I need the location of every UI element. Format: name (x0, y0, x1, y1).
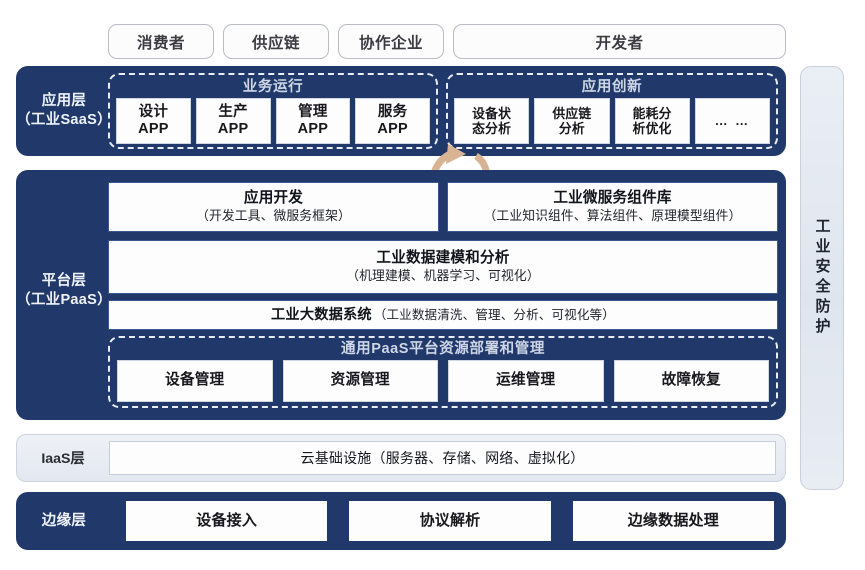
edge-card-protocol-parsing[interactable]: 协议解析 (349, 501, 551, 541)
app-card-energy-analysis-optimization-line2: 析优化 (632, 121, 672, 136)
application-innovation-cells: 设备状 态分析 供应链 分析 能耗分 析优化 … … (454, 98, 770, 144)
platform-row-development: 应用开发 （开发工具、微服务框架） 工业微服务组件库 （工业知识组件、算法组件、… (108, 182, 778, 232)
stakeholder-consumer-label: 消费者 (136, 34, 185, 52)
app-card-more[interactable]: … … (694, 98, 770, 144)
platform-layer-label-line1: 平台层 (41, 273, 87, 289)
app-card-design-line1: 设计 (138, 103, 169, 120)
microservice-library-box[interactable]: 工业微服务组件库 （工业知识组件、算法组件、原理模型组件） (447, 182, 778, 232)
stakeholder-row: 消费者 供应链 协作企业 开发者 (108, 24, 786, 59)
application-layer-label-line2: （工业SaaS） (16, 112, 112, 129)
application-layer-label-line1: 应用层 (41, 93, 87, 109)
cloud-infrastructure-box[interactable]: 云基础设施（服务器、存储、网络、虚拟化） (109, 441, 776, 475)
business-operation-group: 业务运行 设计 APP 生产 APP 管理 APP 服务 APP (108, 73, 438, 149)
edge-layer-cells: 设备接入 协议解析 边缘数据处理 (126, 501, 774, 541)
paas-card-resource-management[interactable]: 资源管理 (282, 360, 438, 402)
app-card-energy-analysis-optimization[interactable]: 能耗分 析优化 (614, 98, 690, 144)
data-modeling-subtitle: （机理建模、机器学习、可视化） (346, 268, 540, 284)
app-card-management[interactable]: 管理 APP (275, 98, 351, 144)
stakeholder-supply-chain-label: 供应链 (251, 34, 300, 52)
industrial-security-bar: 工业安全防护 (800, 66, 844, 490)
paas-card-fault-recovery[interactable]: 故障恢复 (613, 360, 769, 402)
iaas-layer-panel: IaaS层 云基础设施（服务器、存储、网络、虚拟化） (16, 434, 786, 482)
app-card-production-line2: APP (217, 121, 249, 137)
app-card-management-line1: 管理 (298, 103, 328, 120)
app-card-production-line1: 生产 (218, 103, 248, 120)
stakeholder-consumer[interactable]: 消费者 (108, 24, 214, 59)
edge-card-edge-data-processing[interactable]: 边缘数据处理 (572, 501, 774, 541)
iaas-layer-label: IaaS层 (41, 451, 85, 467)
edge-layer-panel: 边缘层 设备接入 协议解析 边缘数据处理 (16, 492, 786, 550)
business-operation-title: 业务运行 (242, 79, 304, 95)
app-card-service[interactable]: 服务 APP (355, 98, 430, 144)
app-development-subtitle: （开发工具、微服务框架） (196, 208, 351, 224)
application-layer-label: 应用层 （工业SaaS） (16, 92, 112, 131)
bigdata-system-subtitle: （工业数据清洗、管理、分析、可视化等） (373, 307, 615, 322)
app-card-equipment-status-analysis-line2: 态分析 (472, 121, 512, 136)
platform-row-modeling: 工业数据建模和分析 （机理建模、机器学习、可视化） (108, 240, 778, 294)
microservice-library-title: 工业微服务组件库 (553, 190, 672, 207)
platform-layer-label-line2: （工业PaaS） (16, 292, 112, 309)
data-modeling-box[interactable]: 工业数据建模和分析 （机理建模、机器学习、可视化） (108, 240, 778, 294)
app-development-box[interactable]: 应用开发 （开发工具、微服务框架） (108, 182, 439, 232)
platform-layer-label: 平台层 （工业PaaS） (16, 272, 112, 311)
application-innovation-group: 应用创新 设备状 态分析 供应链 分析 能耗分 析优化 … … (446, 73, 778, 149)
application-layer-panel: 应用层 （工业SaaS） 业务运行 设计 APP 生产 APP 管理 APP 服… (16, 66, 786, 212)
stakeholder-partner-enterprise-label: 协作企业 (358, 34, 423, 52)
stakeholder-partner-enterprise[interactable]: 协作企业 (338, 24, 444, 59)
diagram-canvas: 消费者 供应链 协作企业 开发者 应用层 （工业SaaS） 业务运行 设计 AP… (0, 0, 865, 570)
app-card-design[interactable]: 设计 APP (116, 98, 191, 144)
ellipsis-icon: … … (714, 113, 751, 129)
paas-card-ops-management[interactable]: 运维管理 (448, 360, 604, 402)
platform-row-bigdata: 工业大数据系统 （工业数据清洗、管理、分析、可视化等） (108, 300, 778, 330)
app-card-production[interactable]: 生产 APP (195, 98, 271, 144)
edge-card-device-access[interactable]: 设备接入 (126, 501, 328, 541)
bigdata-system-title: 工业大数据系统 (271, 306, 372, 323)
app-card-equipment-status-analysis-line1: 设备状 (472, 105, 512, 121)
app-development-title: 应用开发 (243, 190, 304, 207)
application-innovation-title: 应用创新 (581, 79, 643, 95)
stakeholder-developer[interactable]: 开发者 (453, 24, 786, 59)
app-card-supply-chain-analysis-line2: 分析 (558, 121, 585, 136)
stakeholder-supply-chain[interactable]: 供应链 (223, 24, 329, 59)
bigdata-system-box[interactable]: 工业大数据系统 （工业数据清洗、管理、分析、可视化等） (108, 300, 778, 330)
platform-layer-panel: 平台层 （工业PaaS） 应用开发 （开发工具、微服务框架） 工业微服务组件库 … (16, 170, 786, 420)
data-modeling-title: 工业数据建模和分析 (376, 250, 510, 267)
business-operation-cells: 设计 APP 生产 APP 管理 APP 服务 APP (116, 98, 430, 144)
general-paas-cells: 设备管理 资源管理 运维管理 故障恢复 (117, 360, 769, 402)
stakeholder-developer-label: 开发者 (595, 34, 644, 52)
app-card-service-line2: APP (377, 121, 408, 137)
app-card-service-line1: 服务 (377, 103, 408, 120)
app-card-management-line2: APP (297, 121, 329, 137)
app-card-supply-chain-analysis-line1: 供应链 (552, 105, 592, 121)
general-paas-group: 通用PaaS平台资源部署和管理 设备管理 资源管理 运维管理 故障恢复 (108, 336, 778, 408)
paas-card-device-management[interactable]: 设备管理 (117, 360, 273, 402)
app-card-design-line2: APP (138, 121, 169, 137)
app-card-energy-analysis-optimization-line1: 能耗分 (632, 105, 672, 121)
industrial-security-label: 工业安全防护 (813, 218, 831, 338)
app-card-equipment-status-analysis[interactable]: 设备状 态分析 (454, 98, 530, 144)
app-card-supply-chain-analysis[interactable]: 供应链 分析 (534, 98, 610, 144)
microservice-library-subtitle: （工业知识组件、算法组件、原理模型组件） (483, 208, 742, 224)
general-paas-title: 通用PaaS平台资源部署和管理 (341, 341, 545, 357)
edge-layer-label: 边缘层 (41, 513, 87, 529)
